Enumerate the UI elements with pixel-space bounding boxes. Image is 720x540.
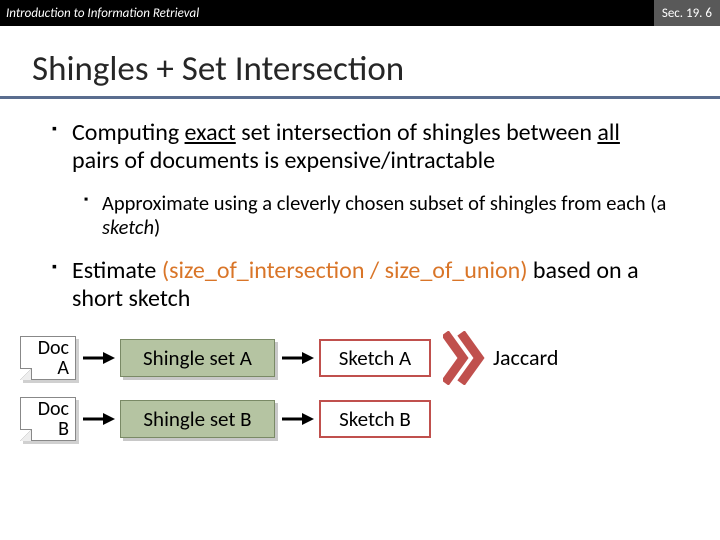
arrow-icon (76, 350, 120, 366)
text-underline: exact (185, 118, 236, 147)
jaccard-label: Jaccard (493, 344, 558, 371)
text-underline: all (597, 118, 620, 147)
arrow-icon (275, 350, 319, 366)
doc-label: Doc (38, 399, 69, 419)
text-highlighted: (size_of_intersection / size_of_union) (162, 256, 528, 285)
text-fragment: Estimate (72, 256, 162, 285)
page-fold-icon (20, 368, 32, 380)
text-fragment: ) (154, 214, 160, 240)
text-fragment: Computing (72, 118, 185, 147)
doc-label: B (58, 419, 69, 439)
doc-a-box: Doc A (20, 336, 76, 380)
diagram: Doc A Shingle set A Sketch A Jaccard Doc… (20, 331, 720, 441)
diagram-row-b: Doc B Shingle set B Sketch B (20, 397, 720, 441)
sketch-a: Sketch A (319, 339, 431, 377)
doc-label: Doc (38, 338, 69, 358)
bullet-main-2: Estimate (size_of_intersection / size_of… (72, 257, 670, 312)
shingle-set-b: Shingle set B (120, 400, 275, 438)
shingle-set-a: Shingle set A (120, 339, 275, 377)
bullet-sub-1: Approximate using a cleverly chosen subs… (102, 192, 670, 239)
slide-header: Introduction to Information Retrieval Se… (0, 0, 720, 26)
text-italic: sketch (102, 214, 154, 240)
text-fragment: Approximate using a cleverly chosen subs… (102, 190, 666, 216)
course-title: Introduction to Information Retrieval (6, 6, 199, 21)
diagram-row-a: Doc A Shingle set A Sketch A Jaccard (20, 331, 720, 385)
sketch-b: Sketch B (319, 400, 431, 438)
doc-b-box: Doc B (20, 397, 76, 441)
slide-title: Shingles + Set Intersection (0, 26, 720, 99)
text-fragment: pairs of documents is expensive/intracta… (72, 146, 495, 175)
page-fold-icon (20, 429, 32, 441)
section-number: Sec. 19. 6 (654, 0, 720, 26)
arrow-icon (76, 411, 120, 427)
text-fragment: set intersection of shingles between (236, 118, 598, 147)
jaccard-group: Jaccard (443, 331, 558, 385)
chevron-icon (443, 331, 485, 385)
bullet-main-1: Computing exact set intersection of shin… (72, 119, 670, 174)
doc-label: A (57, 358, 69, 378)
arrow-icon (275, 411, 319, 427)
